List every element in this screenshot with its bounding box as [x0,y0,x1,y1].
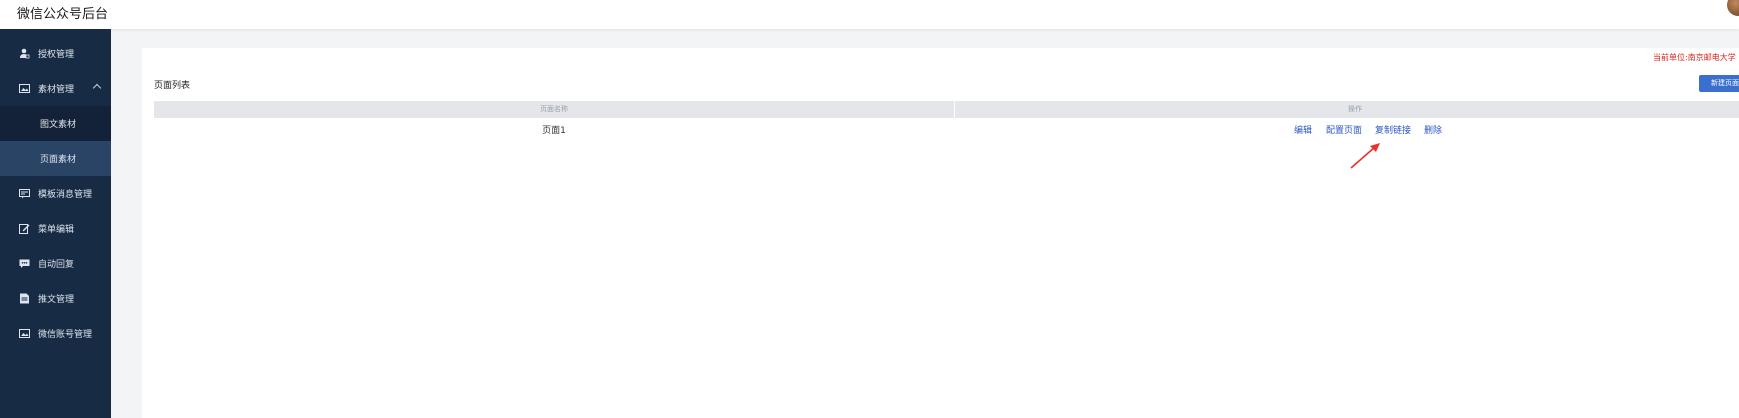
sidebar-item-materials[interactable]: 素材管理 [0,71,111,106]
current-unit-label: 当前单位:南京邮电大学 [1653,53,1736,62]
page-title: 页面列表 [154,81,191,91]
sidebar-item-label: 自动回复 [38,260,75,270]
column-header-page-name: 页面名称 [154,101,955,118]
table-header: 页面名称 操作 [154,101,1739,118]
app-title: 微信公众号后台 [17,7,109,22]
column-header-actions: 操作 [1348,105,1362,113]
article-icon [19,293,30,304]
sidebar-item-template-messages[interactable]: 模板消息管理 [0,176,111,211]
user-key-icon [19,48,30,59]
sidebar-item-label: 推文管理 [38,295,75,305]
sidebar-item-label: 模板消息管理 [38,190,93,200]
copy-link-link[interactable]: 复制链接 [1375,123,1411,136]
sidebar-item-label: 微信账号管理 [38,330,93,340]
sidebar-item-article-management[interactable]: 推文管理 [0,281,111,316]
top-bar: 微信公众号后台 [0,0,1739,29]
edit-link[interactable]: 编辑 [1294,123,1312,136]
account-icon [19,328,30,339]
sidebar-item-menu-edit[interactable]: 菜单编辑 [0,211,111,246]
edit-icon [19,223,30,234]
annotation-arrow-icon [1350,143,1380,169]
new-page-button[interactable]: 新建页面 [1699,75,1739,92]
sidebar-item-label: 素材管理 [38,85,75,95]
sidebar-item-article-materials[interactable]: 图文素材 [0,106,111,141]
sidebar: 授权管理 素材管理 图文素材 页面素材 模板消息管理 菜单编辑 自动回复 推文管… [0,29,111,418]
chevron-up-icon[interactable] [92,83,102,93]
delete-link[interactable]: 删除 [1424,123,1442,136]
main-content: 当前单位:南京邮电大学 页面列表 新建页面 页面名称 操作 页面1 编辑 配置页… [142,48,1739,418]
configure-page-link[interactable]: 配置页面 [1326,123,1362,136]
sidebar-item-label: 菜单编辑 [38,225,75,235]
sidebar-item-label: 图文素材 [40,120,77,130]
image-icon [19,83,30,94]
sidebar-item-page-materials[interactable]: 页面素材 [0,141,111,176]
reply-icon [19,258,30,269]
sidebar-item-wechat-accounts[interactable]: 微信账号管理 [0,316,111,351]
page-name-cell: 页面1 [542,126,566,136]
sidebar-item-authorization[interactable]: 授权管理 [0,36,111,71]
sidebar-item-label: 页面素材 [40,155,77,165]
avatar[interactable] [1727,0,1739,16]
sidebar-item-label: 授权管理 [38,50,75,60]
sidebar-item-auto-reply[interactable]: 自动回复 [0,246,111,281]
template-icon [19,188,30,199]
table-row: 页面1 编辑 配置页面 复制链接 删除 [154,120,1739,138]
